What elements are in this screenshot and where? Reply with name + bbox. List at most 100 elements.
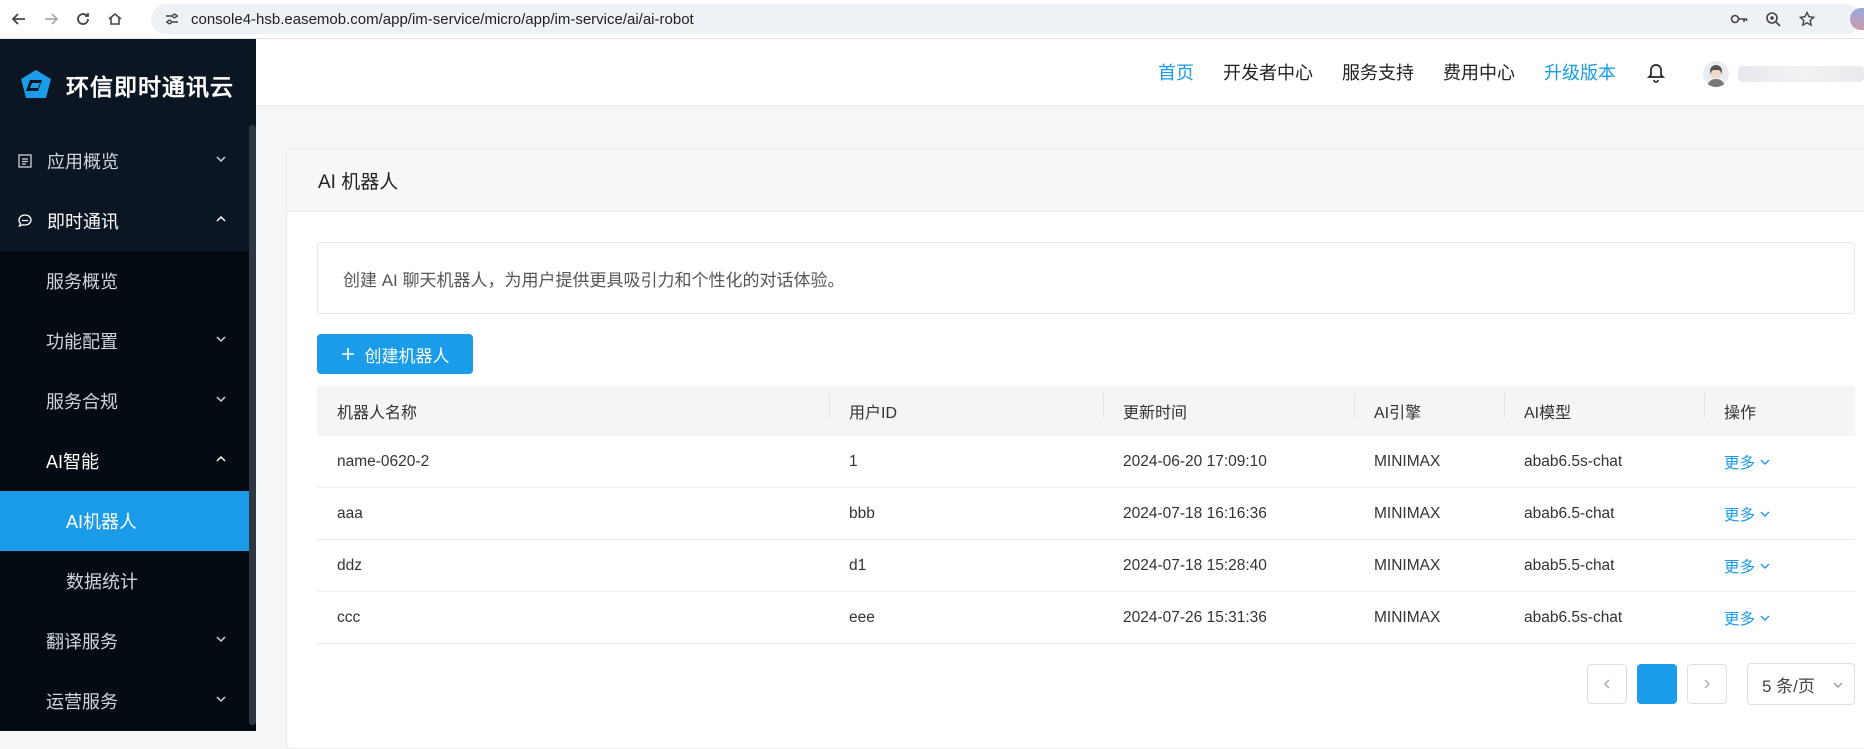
col-header-action: 操作 [1704, 393, 1855, 423]
chevron-down-icon [1833, 682, 1843, 688]
page-size-select[interactable]: 5 条/页 [1747, 663, 1855, 705]
cell-name: name-0620-2 [337, 452, 430, 470]
top-nav: 首页 开发者中心 服务支持 费用中心 升级版本 [1158, 39, 1616, 105]
sidebar-item-service-overview[interactable]: 服务概览 [0, 251, 256, 311]
browser-toolbar: console4-hsb.easemob.com/app/im-service/… [0, 0, 1864, 39]
cell-name: aaa [337, 504, 363, 522]
sidebar: 环信即时通讯云 应用概览 即时通讯 服务概览 功能配置 服务合规 AI智能 AI… [0, 39, 256, 731]
bell-icon[interactable] [1647, 63, 1665, 83]
cell-model: abab6.5s-chat [1524, 452, 1623, 470]
col-header-name: 机器人名称 [337, 405, 418, 422]
sidebar-submenu-im: 服务概览 功能配置 服务合规 AI智能 AI机器人 数据统计 翻译服务 运营服务 [0, 251, 256, 731]
bookmark-star-icon[interactable] [1797, 9, 1817, 29]
prev-page-button[interactable] [1587, 664, 1627, 704]
sidebar-item-label: 数据统计 [66, 572, 138, 592]
more-actions-button[interactable]: 更多 [1724, 607, 1855, 629]
sidebar-item-app-overview[interactable]: 应用概览 [0, 131, 256, 191]
page-size-value: 5 条/页 [1762, 676, 1815, 696]
table-header: 机器人名称 用户ID 更新时间 AI引擎 AI模型 操作 [317, 386, 1855, 436]
table-row: name-0620-2 1 2024-06-20 17:09:10 MINIMA… [317, 436, 1855, 488]
plus-icon [341, 348, 354, 360]
sidebar-item-label: AI智能 [46, 452, 100, 472]
chevron-down-icon [216, 156, 226, 163]
table-row: ddz d1 2024-07-18 15:28:40 MINIMAX abab5… [317, 540, 1855, 592]
forward-icon[interactable] [38, 6, 64, 32]
sidebar-item-statistics[interactable]: 数据统计 [0, 551, 256, 611]
more-actions-button[interactable]: 更多 [1724, 503, 1855, 525]
sidebar-item-operations[interactable]: 运营服务 [0, 671, 256, 731]
logo[interactable]: 环信即时通讯云 [0, 39, 256, 131]
cell-updated: 2024-07-26 15:31:36 [1123, 608, 1267, 626]
table-row: ccc eee 2024-07-26 15:31:36 MINIMAX abab… [317, 592, 1855, 644]
sidebar-item-label: 应用概览 [47, 152, 119, 172]
sidebar-item-label: 翻译服务 [46, 632, 118, 652]
address-bar[interactable]: console4-hsb.easemob.com/app/im-service/… [151, 4, 1861, 34]
sidebar-item-ai-robot[interactable]: AI机器人 [0, 491, 249, 551]
sidebar-item-label: 服务合规 [46, 392, 118, 412]
more-actions-button[interactable]: 更多 [1724, 451, 1855, 473]
cell-updated: 2024-07-18 15:28:40 [1123, 556, 1267, 574]
cell-updated: 2024-06-20 17:09:10 [1123, 452, 1267, 470]
brand-logo-icon [21, 70, 51, 98]
cell-user-id: 1 [849, 452, 858, 470]
nav-developer-center[interactable]: 开发者中心 [1223, 59, 1313, 85]
table-row: aaa bbb 2024-07-18 16:16:36 MINIMAX abab… [317, 488, 1855, 540]
chat-bubble-icon [17, 213, 33, 229]
sidebar-item-label: 运营服务 [46, 692, 118, 712]
nav-upgrade[interactable]: 升级版本 [1544, 59, 1616, 85]
chevron-down-icon [216, 396, 226, 403]
col-header-engine: AI引擎 [1354, 393, 1504, 423]
chevron-left-icon [1603, 679, 1610, 689]
cell-engine: MINIMAX [1374, 608, 1441, 626]
nav-billing-center[interactable]: 费用中心 [1443, 59, 1515, 85]
chevron-down-icon [216, 336, 226, 343]
more-actions-button[interactable]: 更多 [1724, 555, 1855, 577]
chevron-down-icon [1760, 511, 1770, 517]
cell-engine: MINIMAX [1374, 452, 1441, 470]
nav-home[interactable]: 首页 [1158, 59, 1194, 85]
site-info-icon[interactable] [163, 10, 181, 28]
cell-model: abab6.5-chat [1524, 504, 1615, 522]
sidebar-item-im[interactable]: 即时通讯 [0, 191, 256, 251]
cell-name: ddz [337, 556, 362, 574]
chevron-up-icon [216, 455, 226, 462]
sidebar-scrollbar[interactable] [249, 125, 256, 725]
chevron-down-icon [1760, 563, 1770, 569]
page-1-button[interactable] [1637, 664, 1677, 704]
brand-name: 环信即时通讯云 [66, 74, 234, 100]
avatar[interactable] [1703, 61, 1729, 87]
chevron-down-icon [216, 696, 226, 703]
password-key-icon[interactable] [1729, 9, 1749, 29]
sidebar-item-label: AI机器人 [66, 512, 138, 532]
sidebar-item-label: 服务概览 [46, 272, 118, 292]
back-icon[interactable] [6, 6, 32, 32]
user-avatar-icon [1707, 65, 1725, 87]
sidebar-item-feature-config[interactable]: 功能配置 [0, 311, 256, 371]
next-page-button[interactable] [1687, 664, 1727, 704]
url-text: console4-hsb.easemob.com/app/im-service/… [191, 10, 694, 28]
chevron-down-icon [1760, 459, 1770, 465]
cell-user-id: bbb [849, 504, 875, 522]
sidebar-item-label: 功能配置 [46, 332, 118, 352]
create-robot-label: 创建机器人 [364, 346, 450, 366]
sidebar-item-compliance[interactable]: 服务合规 [0, 371, 256, 431]
chevron-right-icon [1704, 679, 1711, 689]
reload-icon[interactable] [70, 6, 96, 32]
cell-name: ccc [337, 608, 361, 626]
chevron-down-icon [216, 636, 226, 643]
cell-user-id: eee [849, 608, 875, 626]
ai-robot-card: AI 机器人 创建 AI 聊天机器人，为用户提供更具吸引力和个性化的对话体验。 … [286, 149, 1864, 749]
home-icon[interactable] [102, 6, 128, 32]
sidebar-item-ai[interactable]: AI智能 [0, 431, 256, 491]
zoom-icon[interactable] [1763, 9, 1783, 29]
col-header-user-id: 用户ID [829, 393, 1103, 423]
cell-engine: MINIMAX [1374, 556, 1441, 574]
username-blurred[interactable] [1738, 66, 1864, 82]
sidebar-item-translation[interactable]: 翻译服务 [0, 611, 256, 671]
robot-table: 机器人名称 用户ID 更新时间 AI引擎 AI模型 操作 name-0620-2… [317, 386, 1855, 644]
top-header: 首页 开发者中心 服务支持 费用中心 升级版本 [256, 39, 1864, 105]
nav-service-support[interactable]: 服务支持 [1342, 59, 1414, 85]
cell-updated: 2024-07-18 16:16:36 [1123, 504, 1267, 522]
create-robot-button[interactable]: 创建机器人 [317, 334, 473, 374]
more-label: 更多 [1724, 454, 1756, 472]
